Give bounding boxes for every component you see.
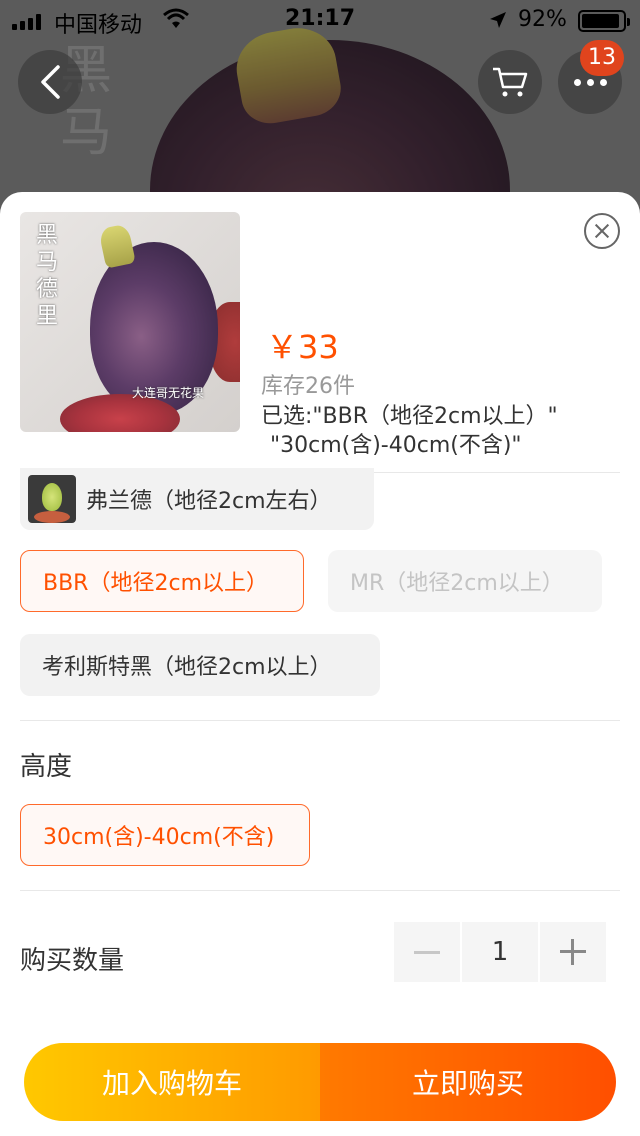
- message-count-badge: 13: [580, 40, 624, 76]
- fig-stem: [98, 223, 136, 269]
- option-label: MR（地径2cm以上）: [350, 571, 564, 596]
- status-bar: 中国移动 21:17 92%: [0, 0, 640, 40]
- product-thumbnail[interactable]: 黑马德里 大连哥无花果: [20, 212, 240, 432]
- add-to-cart-button[interactable]: 加入购物车: [24, 1043, 320, 1121]
- decrease-button[interactable]: [394, 922, 460, 982]
- battery-icon: [578, 10, 630, 32]
- chevron-left-icon: [41, 65, 60, 99]
- location-arrow-icon: [490, 12, 506, 28]
- option-label: 弗兰德（地径2cm左右）: [86, 489, 332, 514]
- increase-button[interactable]: [540, 922, 606, 982]
- quantity-label: 购买数量: [20, 946, 125, 976]
- stock-count: 库存26件: [261, 374, 355, 399]
- cart-button[interactable]: [478, 50, 542, 114]
- buy-now-button[interactable]: 立即购买: [320, 1043, 616, 1121]
- quantity-value[interactable]: 1: [462, 922, 538, 982]
- plus-icon: [560, 939, 586, 965]
- option-chip-disabled[interactable]: MR（地径2cm以上）: [328, 550, 602, 612]
- more-icon: [573, 78, 607, 86]
- selected-summary-line1: 已选:"BBR（地径2cm以上）": [261, 404, 558, 429]
- battery-percent: 92%: [518, 7, 567, 32]
- option-chip-selected[interactable]: BBR（地径2cm以上）: [20, 550, 304, 612]
- selected-summary-line2: "30cm(含)-40cm(不含)": [270, 433, 522, 458]
- divider: [20, 890, 620, 891]
- divider: [20, 720, 620, 721]
- option-label: 考利斯特黑（地径2cm以上）: [42, 655, 332, 680]
- cart-icon: [493, 67, 528, 97]
- selected-summary: 已选:"BBR（地径2cm以上）" "30cm(含)-40cm(不含)": [261, 402, 621, 460]
- thumbnail-watermark: 大连哥无花果: [132, 386, 205, 400]
- sku-selector-sheet: 黑马德里 大连哥无花果 ￥33 库存26件 已选:"BBR（地径2cm以上）" …: [0, 192, 640, 1136]
- height-section-title: 高度: [20, 752, 73, 782]
- thumbnail-calligraphy: 黑马德里: [36, 223, 59, 329]
- quantity-stepper: 1: [394, 922, 606, 982]
- minus-icon: [414, 950, 440, 954]
- option-chip[interactable]: 弗兰德（地径2cm左右）: [20, 468, 374, 530]
- option-label: 30cm(含)-40cm(不含): [43, 825, 275, 850]
- action-bar: 加入购物车 立即购买: [24, 1043, 616, 1121]
- product-price: ￥33: [266, 328, 339, 366]
- option-label: BBR（地径2cm以上）: [43, 571, 268, 596]
- height-option-selected[interactable]: 30cm(含)-40cm(不含): [20, 804, 310, 866]
- close-icon[interactable]: [584, 213, 620, 249]
- option-thumbnail: [28, 475, 76, 523]
- back-button[interactable]: [18, 50, 82, 114]
- option-chip[interactable]: 考利斯特黑（地径2cm以上）: [20, 634, 380, 696]
